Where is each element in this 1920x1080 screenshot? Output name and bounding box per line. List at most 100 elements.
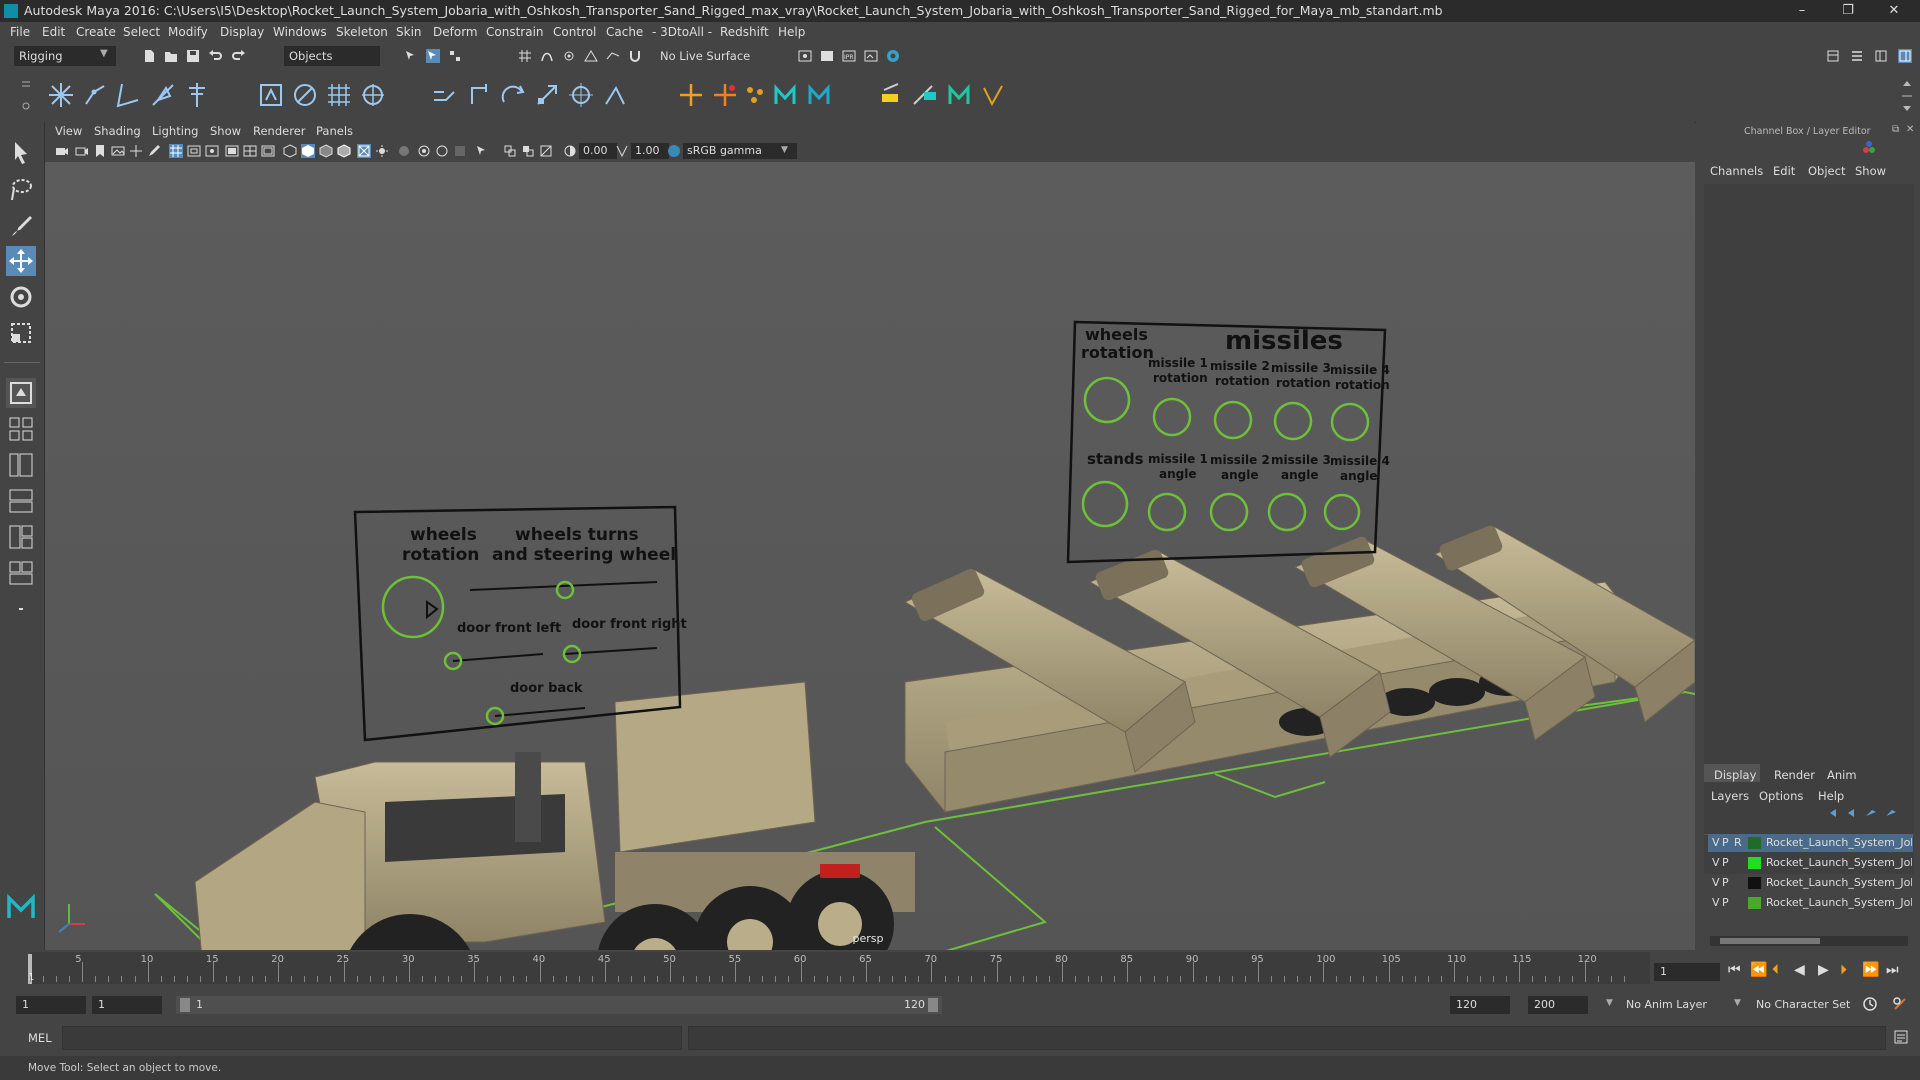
minimize-button[interactable]: – — [1782, 1, 1822, 21]
camera-attr-icon[interactable] — [75, 144, 89, 158]
range-bar[interactable]: 1 120 — [176, 996, 942, 1014]
menu-create[interactable]: Create — [76, 25, 116, 39]
select-object-icon[interactable] — [426, 49, 440, 63]
layer-row[interactable]: V P Rocket_Launch_System_Jobaria — [1708, 854, 1913, 872]
four-view-icon[interactable] — [6, 414, 36, 444]
locator-icon[interactable] — [676, 80, 706, 110]
resolution-gate-icon[interactable] — [205, 144, 219, 158]
color-management-icon[interactable] — [667, 144, 681, 158]
current-frame-field[interactable]: 1 — [1654, 963, 1720, 981]
layer-name[interactable]: Rocket_Launch_System_Jobaria — [1766, 894, 1912, 912]
scene-view[interactable]: wheels rotation wheels turns and steerin… — [45, 162, 1695, 950]
wireframe-on-shaded-icon[interactable] — [337, 144, 351, 158]
float-panel-icon[interactable]: ⧉ — [1892, 124, 1899, 135]
camera-select-icon[interactable] — [55, 144, 69, 158]
undo-icon[interactable] — [208, 49, 222, 63]
color-space-dropdown[interactable]: sRGB gamma — [683, 143, 797, 159]
persp-outliner-icon[interactable] — [6, 450, 36, 480]
snap-curve-icon[interactable] — [540, 49, 554, 63]
vp-menu-show[interactable]: Show — [210, 124, 241, 138]
screen-space-ao-icon[interactable] — [417, 144, 431, 158]
blend-shape-icon[interactable] — [876, 80, 906, 110]
ik-spline-icon[interactable] — [114, 80, 144, 110]
menu-modify[interactable]: Modify — [168, 25, 208, 39]
play-backwards-icon[interactable]: ◀ — [1794, 962, 1805, 978]
select-hierarchy-icon[interactable] — [404, 49, 418, 63]
anim-start-field[interactable]: 1 — [16, 996, 86, 1014]
cluster-icon[interactable] — [358, 80, 388, 110]
menu-select[interactable]: Select — [123, 25, 160, 39]
gamma-icon[interactable] — [615, 144, 629, 158]
mirror-joint-icon[interactable] — [182, 80, 212, 110]
gate-mask-icon[interactable] — [225, 144, 239, 158]
magnet-icon[interactable] — [628, 49, 642, 63]
layer-reference[interactable]: R — [1734, 834, 1742, 852]
parent-constraint-icon[interactable] — [430, 80, 460, 110]
layer-visibility[interactable]: V — [1712, 834, 1720, 852]
xray-components-icon[interactable] — [539, 144, 553, 158]
range-start-handle[interactable] — [180, 998, 190, 1012]
go-to-end-icon[interactable]: ⏭ — [1886, 962, 1899, 978]
snap-surface-icon[interactable] — [606, 49, 620, 63]
layer-row[interactable]: V P Rocket_Launch_System_Jobaria — [1708, 894, 1913, 912]
menu-skin[interactable]: Skin — [396, 25, 422, 39]
range-end-handle[interactable] — [928, 998, 938, 1012]
close-button[interactable]: ✕ — [1874, 1, 1914, 21]
tab-anim[interactable]: Anim — [1827, 768, 1857, 782]
step-back-frame-icon[interactable]: ⏴ — [1772, 962, 1779, 978]
menu-redshift[interactable]: Redshift — [720, 25, 769, 39]
grid-toggle-icon[interactable] — [169, 144, 183, 158]
insert-joint-icon[interactable] — [148, 80, 178, 110]
lattice-icon[interactable] — [324, 80, 354, 110]
vp-menu-shading[interactable]: Shading — [94, 124, 141, 138]
new-scene-icon[interactable] — [142, 49, 156, 63]
select-tool-icon[interactable] — [6, 138, 36, 168]
render-frame-icon[interactable] — [820, 49, 834, 63]
2d-pan-zoom-icon[interactable] — [129, 144, 143, 158]
snap-grid-icon[interactable] — [518, 49, 532, 63]
smooth-shade-icon[interactable] — [301, 144, 315, 158]
modeling-toolkit-icon[interactable] — [1826, 49, 1840, 63]
menu-edit[interactable]: Edit — [42, 25, 65, 39]
open-scene-icon[interactable] — [164, 49, 178, 63]
save-scene-icon[interactable] — [186, 49, 200, 63]
single-perspective-view-icon[interactable] — [6, 378, 36, 408]
aim-constraint-icon[interactable] — [566, 80, 596, 110]
scatter-icon[interactable] — [740, 80, 770, 110]
vp-menu-lighting[interactable]: Lighting — [152, 124, 198, 138]
ipr-render-icon[interactable]: IPR — [842, 49, 856, 63]
xray-icon[interactable] — [503, 144, 517, 158]
tab-object[interactable]: Object — [1808, 164, 1845, 178]
image-plane-icon[interactable] — [111, 144, 125, 158]
layer-color-swatch[interactable] — [1748, 837, 1761, 849]
exposure-field[interactable]: 0.00 — [579, 143, 617, 159]
layer-scrollbar-thumb[interactable] — [1720, 938, 1820, 944]
tab-channels[interactable]: Channels — [1710, 164, 1763, 178]
anti-aliasing-icon[interactable] — [453, 144, 467, 158]
lasso-tool-icon[interactable] — [6, 174, 36, 204]
textured-icon[interactable] — [357, 144, 371, 158]
persp-graph-icon[interactable] — [6, 486, 36, 516]
scale-tool-icon[interactable] — [6, 318, 36, 348]
rotate-tool-icon[interactable] — [6, 282, 36, 312]
layer-name[interactable]: Rocket_Launch_System_Jobaria — [1766, 834, 1912, 852]
lights-icon[interactable] — [375, 144, 389, 158]
layer-row[interactable]: V P R Rocket_Launch_System_Jobaria — [1708, 834, 1913, 852]
render-view-icon[interactable] — [864, 49, 878, 63]
layer-color-swatch[interactable] — [1748, 897, 1761, 909]
layer-color-swatch[interactable] — [1748, 857, 1761, 869]
tab-render[interactable]: Render — [1774, 768, 1815, 782]
set-driven-key-icon[interactable] — [710, 80, 740, 110]
live-surface-label[interactable]: No Live Surface — [660, 49, 750, 63]
default-material-icon[interactable] — [319, 144, 333, 158]
outliner-layout-icon[interactable] — [6, 558, 36, 588]
scale-constraint-icon[interactable] — [532, 80, 562, 110]
maximize-button[interactable]: ❐ — [1828, 1, 1868, 21]
menu-windows[interactable]: Windows — [273, 25, 327, 39]
layer-row[interactable]: V P Rocket_Launch_System_Jobaria — [1708, 874, 1913, 892]
ik-handle-icon[interactable] — [80, 80, 110, 110]
menu-cache[interactable]: Cache — [606, 25, 643, 39]
menu-deform[interactable]: Deform — [433, 25, 478, 39]
playback-start-field[interactable]: 1 — [92, 996, 162, 1014]
hik-skeleton-icon[interactable] — [804, 80, 834, 110]
